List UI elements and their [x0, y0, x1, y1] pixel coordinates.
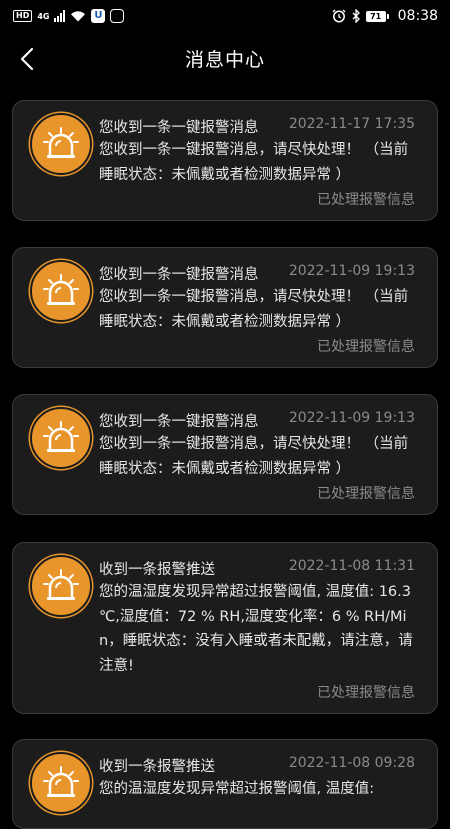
- message-status[interactable]: 已处理报警信息: [317, 336, 415, 356]
- message-time: 2022-11-17 17:35: [288, 116, 415, 132]
- message-title: 收到一条报警推送: [99, 759, 215, 775]
- alarm-icon: [30, 407, 92, 469]
- message-body: 您的温湿度发现异常超过报警阈值, 温度值:: [99, 781, 375, 797]
- message-title: 您收到一条一键报警消息: [99, 267, 259, 283]
- status-bar-left: HD 4G U: [13, 9, 125, 23]
- app-notification-icon: U: [91, 9, 106, 23]
- message-status[interactable]: 已处理报警信息: [317, 682, 415, 702]
- message-body: 您收到一条一键报警消息，请尽快处理！ （当前睡眠状态：未佩戴或者检测数据异常 ）: [99, 289, 409, 330]
- message-status[interactable]: 已处理报警信息: [317, 189, 415, 209]
- signal-icon: [54, 10, 66, 22]
- message-title: 收到一条报警推送: [99, 562, 215, 578]
- alarm-icon: [30, 113, 92, 175]
- alarm-icon: [30, 555, 92, 617]
- battery-icon: 71: [365, 10, 389, 22]
- message-card[interactable]: 您收到一条一键报警消息 2022-11-09 19:13 您收到一条一键报警消息…: [12, 394, 438, 515]
- message-time: 2022-11-08 11:31: [288, 558, 415, 574]
- clock-time: 08:38: [397, 8, 438, 24]
- app-notification-icon-2: [110, 9, 125, 23]
- message-body: 您的温湿度发现异常超过报警阈值, 温度值: 16.3 ℃,湿度值：72 % RH…: [99, 584, 413, 674]
- message-time: 2022-11-09 19:13: [288, 263, 415, 279]
- bluetooth-icon: [352, 9, 360, 23]
- message-status[interactable]: 已处理报警信息: [317, 483, 415, 503]
- wifi-icon: [71, 11, 86, 22]
- message-body: 您收到一条一键报警消息，请尽快处理！ （当前睡眠状态：未佩戴或者检测数据异常 ）: [99, 142, 409, 183]
- message-card[interactable]: 您收到一条一键报警消息 2022-11-09 19:13 您收到一条一键报警消息…: [12, 247, 438, 368]
- message-time: 2022-11-08 09:28: [288, 755, 415, 771]
- message-time: 2022-11-09 19:13: [288, 410, 415, 426]
- status-bar: HD 4G U 71 08:38: [0, 0, 450, 32]
- page-title: 消息中心: [184, 49, 265, 71]
- message-title: 您收到一条一键报警消息: [99, 120, 259, 136]
- message-title: 您收到一条一键报警消息: [99, 414, 259, 430]
- network-type-label: 4G: [37, 11, 50, 21]
- message-card[interactable]: 您收到一条一键报警消息 2022-11-17 17:35 您收到一条一键报警消息…: [12, 100, 438, 221]
- status-bar-right: 71 08:38: [332, 8, 438, 24]
- message-card[interactable]: 收到一条报警推送 2022-11-08 11:31 您的温湿度发现异常超过报警阈…: [12, 542, 438, 714]
- message-card[interactable]: 收到一条报警推送 2022-11-08 09:28 您的温湿度发现异常超过报警阈…: [12, 739, 438, 829]
- alarm-icon: [30, 752, 92, 814]
- message-body: 您收到一条一键报警消息，请尽快处理！ （当前睡眠状态：未佩戴或者检测数据异常 ）: [99, 436, 409, 477]
- hd-badge: HD: [13, 10, 33, 22]
- header: 消息中心: [0, 32, 450, 86]
- battery-level: 71: [365, 10, 386, 22]
- alarm-icon: [30, 260, 92, 322]
- alarm-clock-icon: [332, 9, 346, 23]
